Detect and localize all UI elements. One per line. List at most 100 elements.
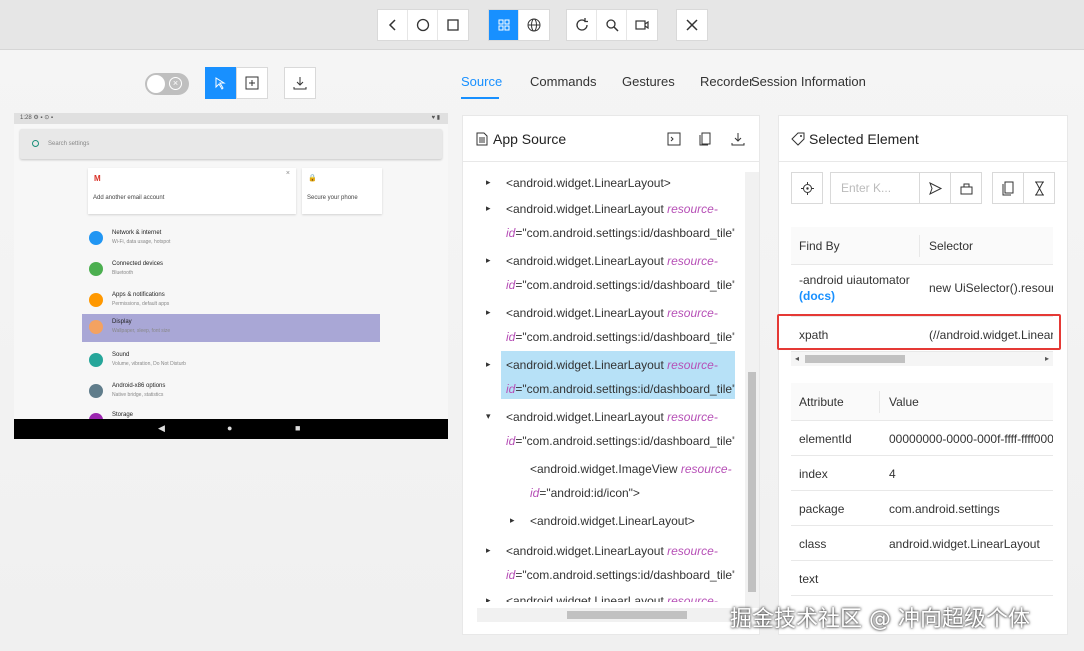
caret-right-icon[interactable]: ▸	[486, 595, 491, 602]
caret-right-icon[interactable]: ▸	[510, 515, 515, 526]
device-search-bar[interactable]: Search settings	[20, 129, 442, 159]
node-attribute: id	[506, 434, 516, 448]
caret-right-icon[interactable]: ▸	[486, 359, 491, 370]
horizontal-scrollbar[interactable]	[477, 608, 735, 622]
settings-item[interactable]: Android-x86 options Native bridge, statis…	[82, 378, 380, 406]
caret-right-icon[interactable]: ▸	[486, 545, 491, 556]
selector-value[interactable]: new UiSelector().resourceId	[929, 281, 1053, 295]
docs-link[interactable]: (docs)	[799, 289, 835, 303]
source-tree[interactable]: ▸ <android.widget.LinearLayout> ▸ <android.…	[463, 162, 735, 602]
back-icon[interactable]: ◀	[158, 423, 165, 434]
node-attribute: resource-	[667, 358, 718, 372]
tree-node[interactable]: <android.widget.LinearLayout resource-	[506, 540, 718, 562]
vertical-scrollbar[interactable]	[745, 172, 759, 608]
selected-element-header: Selected Element	[779, 116, 1067, 162]
column-header: Attribute	[799, 395, 844, 409]
tree-node-continuation[interactable]: id="com.android.settings:id/dashboard_ti…	[506, 274, 735, 296]
copy-attributes-button[interactable]	[992, 172, 1024, 204]
scroll-thumb[interactable]	[567, 611, 687, 619]
caret-right-icon[interactable]: ▸	[486, 307, 491, 318]
tree-node[interactable]: <android.widget.LinearLayout>	[530, 510, 695, 532]
node-attribute-value: ="com.android.settings:id/dashboard_tile…	[515, 278, 735, 292]
select-element-button[interactable]	[205, 67, 237, 99]
send-keys-input[interactable]: Enter K...	[830, 172, 920, 204]
home-icon[interactable]: ●	[227, 423, 232, 433]
toggle-knob	[147, 75, 165, 93]
tree-node-continuation[interactable]: id="com.android.settings:id/dashboard_ti…	[506, 430, 735, 452]
node-tag: <android.widget.LinearLayout	[506, 306, 668, 320]
table-row: -android uiautomator (docs) new UiSelect…	[791, 265, 1053, 317]
tree-node-continuation[interactable]: id="android:id/icon">	[530, 482, 640, 504]
tree-node[interactable]: <android.widget.LinearLayout resource-	[506, 250, 718, 272]
grid-icon[interactable]	[489, 10, 519, 40]
copy-icon[interactable]	[699, 132, 713, 146]
tree-node-continuation[interactable]: id="com.android.settings:id/dashboard_ti…	[506, 326, 735, 348]
tab-recorder[interactable]: Recorder	[700, 74, 753, 89]
tree-node[interactable]: <android.widget.ImageView resource-	[530, 458, 732, 480]
tab-source[interactable]: Source	[461, 74, 502, 89]
tap-coordinates-button[interactable]	[236, 67, 268, 99]
caret-right-icon[interactable]: ▸	[486, 177, 491, 188]
settings-icon	[89, 231, 103, 245]
settings-item[interactable]: Connected devices Bluetooth	[82, 256, 380, 284]
home-circle-icon[interactable]	[408, 10, 438, 40]
node-attribute: resource-	[667, 594, 718, 602]
terminal-icon[interactable]	[667, 132, 681, 146]
send-keys-button[interactable]	[919, 172, 951, 204]
attribute-value[interactable]: com.android.settings	[889, 502, 1000, 516]
node-attribute: id	[506, 330, 516, 344]
scroll-thumb[interactable]	[748, 372, 756, 592]
tree-node[interactable]: <android.widget.LinearLayout resource-	[506, 406, 718, 428]
attribute-value[interactable]: 00000000-0000-000f-ffff-ffff0000	[889, 432, 1053, 446]
screenshot-toggle[interactable]: ×	[145, 73, 189, 95]
caret-right-icon[interactable]: ▸	[486, 255, 491, 266]
suggestion-card-secure[interactable]: 🔒 Secure your phone	[302, 168, 382, 214]
scroll-right-icon[interactable]: ▸	[1045, 354, 1049, 363]
tree-node-continuation[interactable]: id="com.android.settings:id/dashboard_ti…	[506, 564, 735, 586]
recents-icon[interactable]: ■	[295, 423, 300, 433]
node-tag: <android.widget.LinearLayout>	[506, 176, 671, 190]
tree-node-continuation[interactable]: id="com.android.settings:id/dashboard_ti…	[506, 222, 735, 244]
tree-node-continuation[interactable]: id="com.android.settings:id/dashboard_ti…	[506, 378, 735, 400]
clear-button[interactable]	[950, 172, 982, 204]
close-icon[interactable]	[677, 10, 707, 40]
refresh-icon[interactable]	[567, 10, 597, 40]
square-icon[interactable]	[438, 10, 468, 40]
attribute-value[interactable]: 4	[889, 467, 896, 481]
close-icon[interactable]: ×	[286, 170, 290, 177]
caret-right-icon[interactable]: ▸	[486, 203, 491, 214]
attribute-value[interactable]: android.widget.LinearLayout	[889, 537, 1040, 551]
tree-node[interactable]: <android.widget.LinearLayout resource-	[506, 302, 718, 324]
suggestion-card-email[interactable]: M × Add another email account	[88, 168, 296, 214]
tab-gestures[interactable]: Gestures	[622, 74, 675, 89]
horizontal-scrollbar[interactable]: ◂ ▸	[791, 352, 1053, 366]
tree-node[interactable]: <android.widget.LinearLayout resource-	[506, 354, 718, 376]
tab-commands[interactable]: Commands	[530, 74, 596, 89]
scroll-left-icon[interactable]: ◂	[795, 354, 799, 363]
device-screenshot[interactable]: 1:28 ⚙ ▪ ⊙ ▪ ♥ ▮ Search settings M × Add …	[14, 113, 448, 439]
back-icon[interactable]	[378, 10, 408, 40]
globe-icon[interactable]	[519, 10, 549, 40]
tree-node[interactable]: <android.widget.LinearLayout>	[506, 172, 671, 194]
device-nav-group	[377, 9, 469, 41]
record-icon[interactable]	[627, 10, 657, 40]
active-tab-indicator	[461, 97, 499, 99]
timing-button[interactable]	[1023, 172, 1055, 204]
tap-element-button[interactable]	[791, 172, 823, 204]
settings-item[interactable]: Sound Volume, vibration, Do Not Disturb	[82, 347, 380, 375]
download-screenshot-button[interactable]	[284, 67, 316, 99]
download-icon[interactable]	[731, 132, 745, 146]
settings-item[interactable]: Network & internet Wi-Fi, data usage, hot…	[82, 225, 380, 253]
scroll-thumb[interactable]	[805, 355, 905, 363]
settings-item-summary: Wallpaper, sleep, font size	[112, 328, 171, 334]
settings-item-name: Apps & notifications	[112, 292, 165, 298]
settings-item[interactable]: Apps & notifications Permissions, default…	[82, 287, 380, 315]
settings-item[interactable]: Display Wallpaper, sleep, font size	[82, 314, 380, 342]
tree-node[interactable]: <android.widget.LinearLayout resource-	[506, 590, 718, 602]
search-icon[interactable]	[597, 10, 627, 40]
caret-down-icon[interactable]: ▾	[486, 411, 491, 422]
crosshair-icon	[800, 181, 814, 195]
tree-node[interactable]: <android.widget.LinearLayout resource-	[506, 198, 718, 220]
tab-session-information[interactable]: Session Information	[751, 74, 866, 89]
settings-icon	[89, 384, 103, 398]
